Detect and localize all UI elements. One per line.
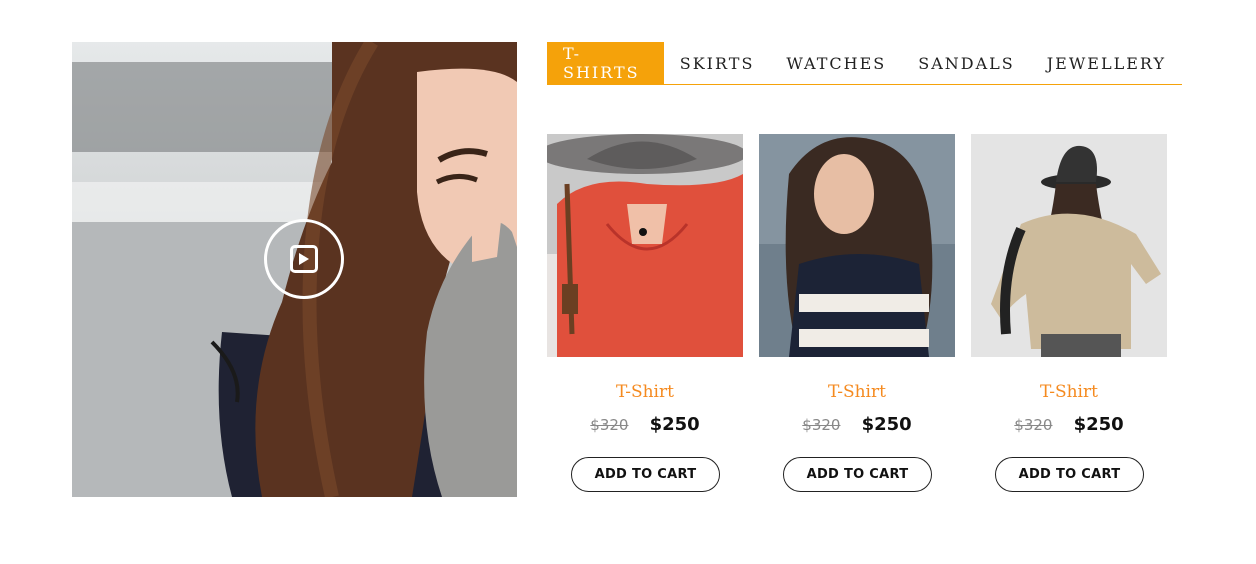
sale-price: $250	[649, 414, 700, 435]
old-price: $320	[802, 415, 841, 434]
play-button[interactable]	[264, 219, 344, 299]
product-image[interactable]	[547, 134, 743, 357]
product-card: T-Shirt $320 $250 ADD TO CART	[971, 134, 1167, 494]
sale-price: $250	[861, 414, 912, 435]
add-to-cart-button[interactable]: ADD TO CART	[783, 457, 932, 492]
price-group: $320 $250	[759, 414, 955, 435]
play-icon	[290, 245, 318, 273]
add-to-cart-button[interactable]: ADD TO CART	[571, 457, 720, 492]
tab-t-shirts[interactable]: T-SHIRTS	[547, 42, 664, 84]
add-to-cart-button[interactable]: ADD TO CART	[995, 457, 1144, 492]
hero-video[interactable]	[72, 42, 517, 497]
product-name[interactable]: T-Shirt	[547, 382, 743, 402]
product-image[interactable]	[971, 134, 1167, 357]
tab-watches[interactable]: WATCHES	[770, 42, 902, 84]
old-price: $320	[590, 415, 629, 434]
tab-sandals[interactable]: SANDALS	[902, 42, 1030, 84]
product-name[interactable]: T-Shirt	[759, 382, 955, 402]
old-price: $320	[1014, 415, 1053, 434]
tab-skirts[interactable]: SKIRTS	[664, 42, 771, 84]
price-group: $320 $250	[971, 414, 1167, 435]
tab-jewellery[interactable]: JEWELLERY	[1031, 42, 1182, 84]
sale-price: $250	[1073, 414, 1124, 435]
category-tabs: T-SHIRTS SKIRTS WATCHES SANDALS JEWELLER…	[547, 42, 1182, 85]
product-card: T-Shirt $320 $250 ADD TO CART	[759, 134, 955, 494]
price-group: $320 $250	[547, 414, 743, 435]
product-name[interactable]: T-Shirt	[971, 382, 1167, 402]
product-image[interactable]	[759, 134, 955, 357]
product-grid: T-Shirt $320 $250 ADD TO CART T-Shirt $3…	[547, 134, 1167, 504]
product-card: T-Shirt $320 $250 ADD TO CART	[547, 134, 743, 494]
